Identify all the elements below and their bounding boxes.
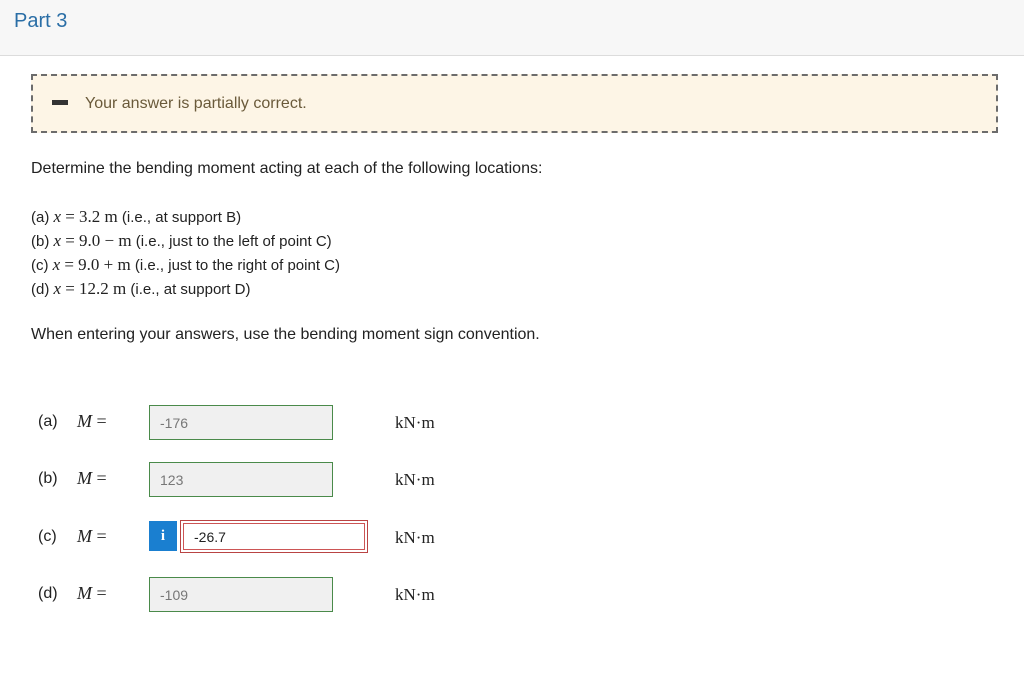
- answer-field-b: 123: [149, 462, 333, 497]
- answer-var: M: [77, 411, 92, 431]
- question-prompt: Determine the bending moment acting at e…: [31, 160, 543, 177]
- location-var: x: [53, 279, 62, 298]
- sign-convention-note: When entering your answers, use the bend…: [31, 326, 540, 343]
- answer-field-c[interactable]: [183, 523, 365, 550]
- location-value: 9.0 + m: [78, 255, 131, 274]
- location-value: 3.2 m: [79, 207, 118, 226]
- part-title[interactable]: Part 3: [14, 10, 67, 33]
- answer-label: (d): [38, 585, 58, 602]
- answer-eq: =: [96, 583, 107, 603]
- location-tag: (a): [31, 209, 50, 226]
- location-var: x: [53, 207, 62, 226]
- info-icon[interactable]: i: [149, 521, 177, 551]
- location-b: (b) x = 9.0 − m (i.e., just to the left …: [31, 231, 332, 251]
- location-desc: (i.e., just to the left of point C): [135, 233, 332, 250]
- location-eq: =: [65, 231, 75, 250]
- location-tag: (c): [31, 257, 49, 274]
- answer-unit: kN·m: [395, 413, 435, 432]
- answer-label: (c): [38, 528, 57, 545]
- location-value: 12.2 m: [79, 279, 127, 298]
- partial-correct-icon: [52, 100, 68, 105]
- answer-row-c: (c) M = i kN·m: [0, 520, 1024, 556]
- answer-var: M: [77, 526, 92, 546]
- part-header: Part 3: [0, 0, 1024, 56]
- answer-unit: kN·m: [395, 470, 435, 489]
- location-d: (d) x = 12.2 m (i.e., at support D): [31, 279, 250, 299]
- answer-eq: =: [96, 468, 107, 488]
- answer-row-a: (a) M = -176 kN·m: [0, 405, 1024, 441]
- answer-var: M: [77, 583, 92, 603]
- location-var: x: [52, 255, 61, 274]
- answer-label: (a): [38, 413, 58, 430]
- location-eq: =: [65, 207, 75, 226]
- answer-var: M: [77, 468, 92, 488]
- location-desc: (i.e., at support B): [121, 209, 242, 226]
- answer-field-wrapper: [180, 520, 368, 553]
- feedback-banner: Your answer is partially correct.: [31, 74, 998, 133]
- answer-label: (b): [38, 470, 58, 487]
- answer-equation: M =: [77, 526, 107, 547]
- location-eq: =: [64, 255, 74, 274]
- answer-row-d: (d) M = -109 kN·m: [0, 577, 1024, 613]
- answer-equation: M =: [77, 411, 107, 432]
- location-var: x: [53, 231, 62, 250]
- answer-equation: M =: [77, 583, 107, 604]
- location-tag: (d): [31, 281, 50, 298]
- answer-eq: =: [96, 526, 107, 546]
- answer-unit: kN·m: [395, 528, 435, 547]
- location-desc: (i.e., at support D): [130, 281, 251, 298]
- answer-field-d: -109: [149, 577, 333, 612]
- location-c: (c) x = 9.0 + m (i.e., just to the right…: [31, 255, 340, 275]
- answer-eq: =: [96, 411, 107, 431]
- location-value: 9.0 − m: [79, 231, 132, 250]
- answer-equation: M =: [77, 468, 107, 489]
- answer-row-b: (b) M = 123 kN·m: [0, 462, 1024, 498]
- answer-field-a: -176: [149, 405, 333, 440]
- answer-unit: kN·m: [395, 585, 435, 604]
- location-desc: (i.e., just to the right of point C): [134, 257, 340, 274]
- feedback-text: Your answer is partially correct.: [85, 95, 307, 112]
- location-eq: =: [65, 279, 75, 298]
- location-tag: (b): [31, 233, 50, 250]
- location-a: (a) x = 3.2 m (i.e., at support B): [31, 207, 241, 227]
